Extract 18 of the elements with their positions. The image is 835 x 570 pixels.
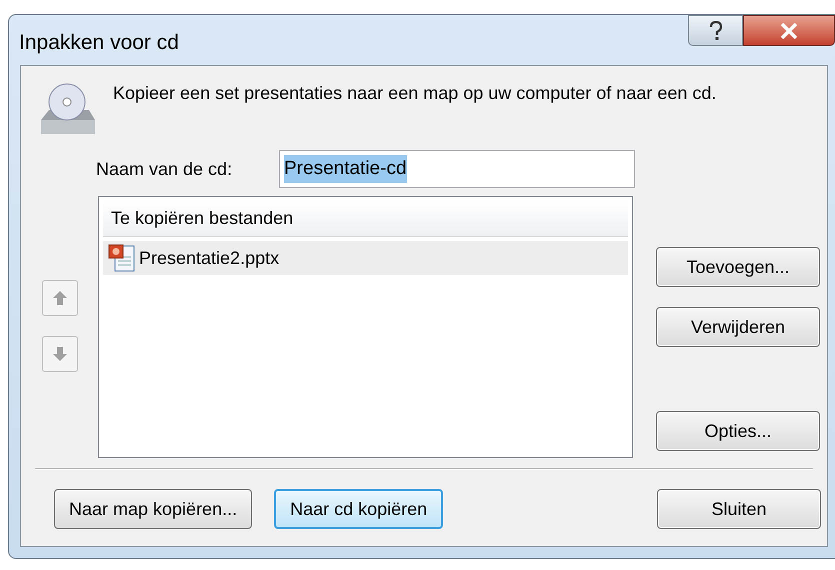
- file-item[interactable]: Presentatie2.pptx: [103, 241, 628, 275]
- window-title: Inpakken voor cd: [19, 30, 179, 56]
- cd-name-label: Naam van de cd:: [96, 158, 234, 180]
- add-button[interactable]: Toevoegen...: [656, 247, 820, 287]
- close-button[interactable]: [743, 15, 835, 46]
- close-dialog-button[interactable]: Sluiten: [657, 489, 821, 529]
- presentation-file-icon: [107, 243, 137, 273]
- options-button[interactable]: Opties...: [656, 411, 820, 451]
- help-button[interactable]: [688, 15, 743, 46]
- down-arrow-icon: [52, 346, 68, 362]
- remove-button[interactable]: Verwijderen: [656, 307, 820, 347]
- up-arrow-icon: [52, 290, 68, 306]
- close-icon: [780, 22, 798, 38]
- help-icon: [708, 20, 722, 40]
- copy-to-cd-button[interactable]: Naar cd kopiëren: [274, 489, 444, 529]
- copy-to-folder-button[interactable]: Naar map kopiëren...: [54, 489, 252, 529]
- cd-name-field[interactable]: Presentatie-cd: [279, 150, 635, 188]
- description-text: Kopieer een set presentaties naar een map op uw computer of naar een cd.: [113, 82, 718, 105]
